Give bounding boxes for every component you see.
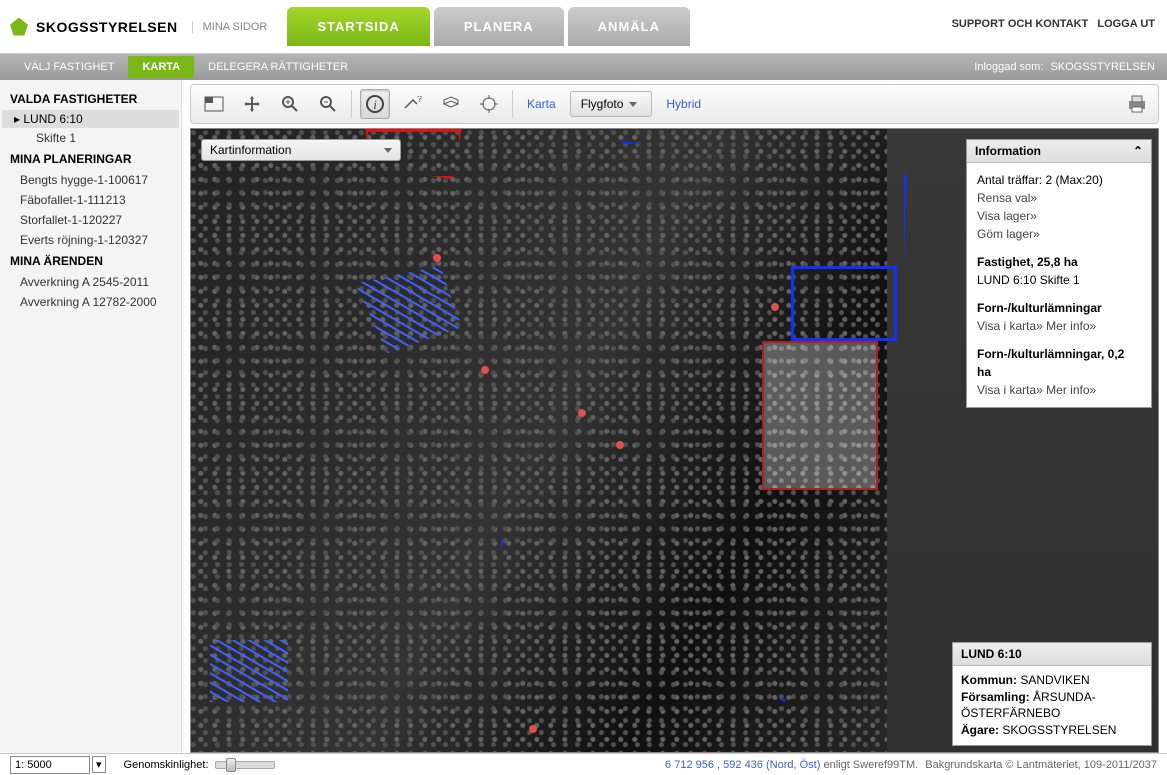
projection: enligt Sweref99TM. bbox=[823, 759, 918, 771]
sidebar: VALDA FASTIGHETER ▸ LUND 6:10 Skifte 1 M… bbox=[0, 80, 182, 753]
tab-startsida[interactable]: STARTSIDA bbox=[287, 7, 429, 46]
coordinates: 6 712 956 , 592 436 (Nord, Öst) enligt S… bbox=[665, 759, 1157, 771]
info-title: Information bbox=[975, 144, 1041, 158]
measure-icon[interactable]: ? bbox=[398, 89, 428, 119]
selection-box bbox=[762, 341, 878, 491]
sidebar-property-part[interactable]: Skifte 1 bbox=[2, 128, 179, 148]
brand-name: SKOGSSTYRELSEN bbox=[36, 19, 178, 35]
info-icon[interactable]: i bbox=[360, 89, 390, 119]
visa-lager-link[interactable]: Visa lager» bbox=[977, 209, 1037, 223]
top-right-links: SUPPORT OCH KONTAKT LOGGA UT bbox=[952, 18, 1155, 30]
login-user: SKOGSSTYRELSEN bbox=[1050, 61, 1155, 73]
sidebar-heading-plans: MINA PLANERINGAR bbox=[2, 148, 179, 170]
collapse-icon[interactable]: ⌃ bbox=[1133, 144, 1143, 158]
info-panel: Information ⌃ Antal träffar: 2 (Max:20) … bbox=[966, 139, 1152, 408]
hatched-area bbox=[210, 640, 287, 702]
brand-section: MINA SIDOR bbox=[192, 21, 268, 33]
forsamling-label: Församling: bbox=[961, 690, 1030, 704]
sidebar-case-item[interactable]: Avverkning A 12782-2000 bbox=[2, 292, 179, 312]
subtab-karta[interactable]: KARTA bbox=[128, 56, 194, 78]
sub-nav: VÄLJ FASTIGHET KARTA DELEGERA RÄTTIGHETE… bbox=[0, 54, 1167, 80]
view-hybrid-link[interactable]: Hybrid bbox=[660, 97, 707, 111]
map-area: i ? Karta Flygfoto Hybrid bbox=[182, 80, 1167, 753]
login-status: Inloggad som: SKOGSSTYRELSEN bbox=[974, 61, 1155, 73]
marker-dot bbox=[433, 254, 441, 262]
sidebar-case-item[interactable]: Avverkning A 2545-2011 bbox=[2, 272, 179, 292]
pan-icon[interactable] bbox=[237, 89, 267, 119]
info-panel-body: Antal träffar: 2 (Max:20) Rensa val» Vis… bbox=[967, 163, 1151, 407]
info-sec1-title: Fastighet, 25,8 ha bbox=[977, 253, 1141, 271]
info-hits: Antal träffar: 2 (Max:20) bbox=[977, 171, 1141, 189]
tab-anmala[interactable]: ANMÄLA bbox=[568, 7, 690, 46]
property-panel-body: Kommun: SANDVIKEN Församling: ÅRSUNDA-ÖS… bbox=[953, 666, 1151, 745]
subtab-delegera[interactable]: DELEGERA RÄTTIGHETER bbox=[194, 56, 362, 78]
sidebar-heading-cases: MINA ÄRENDEN bbox=[2, 250, 179, 272]
sidebar-active-property[interactable]: ▸ LUND 6:10 bbox=[2, 110, 179, 128]
svg-text:i: i bbox=[373, 97, 377, 112]
kartinformation-dropdown[interactable]: Kartinformation bbox=[201, 139, 401, 161]
chevron-down-icon bbox=[384, 148, 392, 153]
opacity-label: Genomskinlighet: bbox=[124, 759, 209, 771]
opacity-slider[interactable] bbox=[215, 761, 275, 769]
marker-dot bbox=[481, 366, 489, 374]
coord-n: 6 712 956 bbox=[665, 759, 714, 771]
property-panel: LUND 6:10 Kommun: SANDVIKEN Församling: … bbox=[952, 642, 1152, 746]
kartinfo-label: Kartinformation bbox=[210, 143, 291, 157]
agare-value: SKOGSSTYRELSEN bbox=[1002, 723, 1116, 737]
coord-e: 592 436 bbox=[723, 759, 763, 771]
layers-icon[interactable] bbox=[436, 89, 466, 119]
content: VALDA FASTIGHETER ▸ LUND 6:10 Skifte 1 M… bbox=[0, 80, 1167, 753]
rensa-link[interactable]: Rensa val» bbox=[977, 191, 1037, 205]
kommun-value: SANDVIKEN bbox=[1020, 673, 1089, 687]
slider-thumb[interactable] bbox=[226, 758, 236, 772]
top-bar: SKOGSSTYRELSEN MINA SIDOR STARTSIDA PLAN… bbox=[0, 0, 1167, 54]
tab-planera[interactable]: PLANERA bbox=[434, 7, 564, 46]
chevron-down-icon bbox=[629, 102, 637, 107]
scale-dropdown-icon[interactable]: ▾ bbox=[92, 756, 106, 773]
gom-lager-link[interactable]: Göm lager» bbox=[977, 227, 1040, 241]
sidebar-plan-item[interactable]: Storfallet-1-120227 bbox=[2, 210, 179, 230]
subtab-valj[interactable]: VÄLJ FASTIGHET bbox=[10, 56, 128, 78]
sidebar-plan-item[interactable]: Everts röjning-1-120327 bbox=[2, 230, 179, 250]
active-property-label: LUND 6:10 bbox=[23, 112, 82, 126]
sidebar-heading-properties: VALDA FASTIGHETER bbox=[2, 88, 179, 110]
map-toolbar: i ? Karta Flygfoto Hybrid bbox=[190, 84, 1159, 124]
property-panel-title: LUND 6:10 bbox=[953, 643, 1151, 666]
zoom-in-icon[interactable] bbox=[275, 89, 305, 119]
fullextent-icon[interactable] bbox=[199, 89, 229, 119]
logout-link[interactable]: LOGGA UT bbox=[1097, 18, 1155, 30]
info-sec3-title: Forn-/kulturlämningar, 0,2 ha bbox=[977, 345, 1141, 381]
target-icon[interactable] bbox=[474, 89, 504, 119]
login-prefix: Inloggad som: bbox=[974, 61, 1043, 73]
agare-label: Ägare: bbox=[961, 723, 999, 737]
scale-select[interactable] bbox=[10, 756, 90, 774]
toolbar-separator bbox=[512, 90, 513, 118]
info-panel-header[interactable]: Information ⌃ bbox=[967, 140, 1151, 163]
print-icon[interactable] bbox=[1126, 93, 1148, 115]
main-tabs: STARTSIDA PLANERA ANMÄLA bbox=[287, 7, 690, 46]
coord-dir: (Nord, Öst) bbox=[766, 759, 820, 771]
kommun-label: Kommun: bbox=[961, 673, 1017, 687]
flygfoto-label: Flygfoto bbox=[581, 97, 624, 111]
bottom-bar: ▾ Genomskinlighet: 6 712 956 , 592 436 (… bbox=[0, 753, 1167, 775]
toolbar-separator bbox=[351, 90, 352, 118]
info-sec2-title: Forn-/kulturlämningar bbox=[977, 299, 1141, 317]
parcel-boundary bbox=[791, 266, 897, 341]
map-canvas[interactable]: Kartinformation Information ⌃ Antal träf… bbox=[190, 128, 1159, 753]
sidebar-plan-item[interactable]: Bengts hygge-1-100617 bbox=[2, 170, 179, 190]
svg-text:?: ? bbox=[417, 96, 422, 104]
logo-area: SKOGSSTYRELSEN MINA SIDOR bbox=[10, 18, 267, 36]
support-link[interactable]: SUPPORT OCH KONTAKT bbox=[952, 18, 1089, 30]
zoom-out-icon[interactable] bbox=[313, 89, 343, 119]
view-flygfoto-button[interactable]: Flygfoto bbox=[570, 91, 653, 117]
info-sec3-links[interactable]: Visa i karta» Mer info» bbox=[977, 383, 1096, 397]
info-sec2-links[interactable]: Visa i karta» Mer info» bbox=[977, 319, 1096, 333]
view-karta-link[interactable]: Karta bbox=[521, 97, 562, 111]
map-credit: Bakgrundskarta © Lantmäteriet, 109-2011/… bbox=[925, 759, 1157, 771]
sidebar-plan-item[interactable]: Fäbofallet-1-111213 bbox=[2, 190, 179, 210]
info-sec1-sub: LUND 6:10 Skifte 1 bbox=[977, 271, 1141, 289]
logo-icon bbox=[10, 18, 28, 36]
